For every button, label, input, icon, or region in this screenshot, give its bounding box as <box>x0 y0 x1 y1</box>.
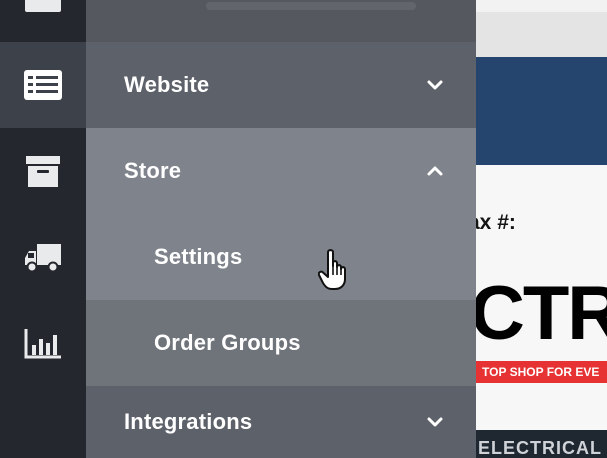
submenu-item-label: Settings <box>154 244 243 269</box>
list-icon <box>24 70 62 100</box>
menu-item-label: Website <box>124 72 210 97</box>
menu-item-label: Integrations <box>124 409 253 434</box>
menu-item-label: Store <box>124 158 182 183</box>
store-logo-text: CTR <box>476 271 607 356</box>
page-banner <box>476 57 607 165</box>
chevron-up-icon <box>427 166 443 176</box>
menu-item-integrations[interactable]: Integrations <box>86 386 476 458</box>
footer-heading: ELECTRICAL <box>478 438 602 458</box>
rail-item-shipping[interactable] <box>0 214 86 300</box>
rail-item-archive[interactable] <box>0 128 86 214</box>
rail-item-list[interactable] <box>0 42 86 128</box>
menu-header-stub <box>206 2 416 10</box>
rail-item-top[interactable] <box>0 0 86 42</box>
bar-chart-icon <box>24 329 61 359</box>
menu-item-store[interactable]: Store <box>86 128 476 214</box>
submenu-item-label: Order Groups <box>154 330 301 355</box>
hand-cursor-icon <box>318 249 346 290</box>
submenu-item-settings[interactable]: Settings <box>86 214 476 300</box>
menu-header <box>86 0 476 42</box>
fax-label: ax #: <box>476 211 516 234</box>
menu-item-website[interactable]: Website <box>86 42 476 128</box>
submenu-item-order-groups[interactable]: Order Groups <box>86 300 476 386</box>
archive-box-icon <box>26 156 60 187</box>
page-top-area <box>476 12 607 57</box>
icon-rail <box>0 0 86 458</box>
rail-item-reports[interactable] <box>0 300 86 386</box>
navigation-menu: Website Store Settings Order Groups Inte… <box>86 0 476 458</box>
chevron-down-icon <box>427 417 443 427</box>
truck-icon <box>25 244 61 273</box>
page-content: ax #: CTR TOP SHOP FOR EVE ELECTRICAL <box>476 0 607 458</box>
chevron-down-icon <box>427 80 443 90</box>
store-tagline: TOP SHOP FOR EVE <box>476 361 607 383</box>
grid-icon <box>25 0 61 12</box>
